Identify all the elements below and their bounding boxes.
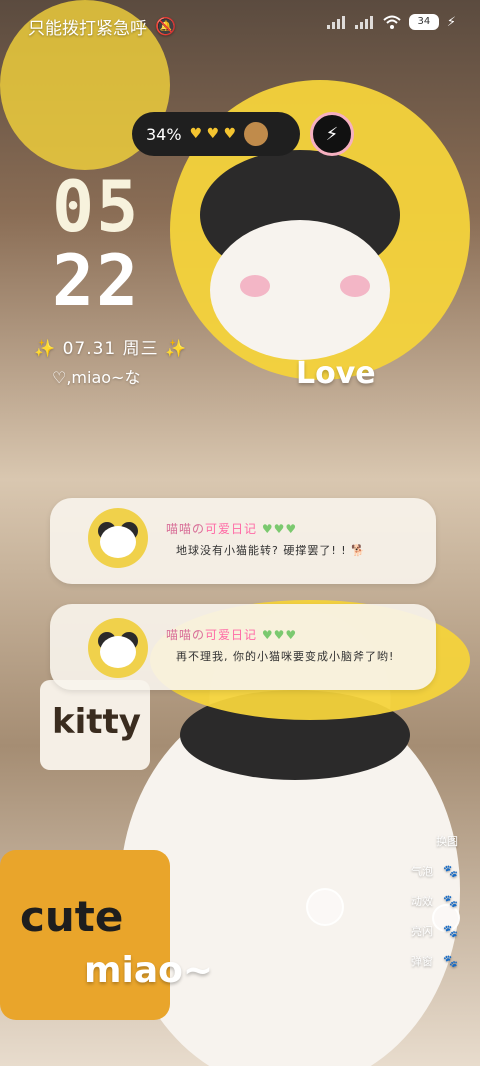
menu-item-change-image[interactable]: 换图 bbox=[411, 826, 458, 856]
wifi-icon bbox=[383, 15, 401, 29]
battery-percent: 34% bbox=[146, 124, 182, 144]
battery-icon: 34 bbox=[408, 14, 439, 30]
heart-icons: ♥♥♥ bbox=[261, 628, 298, 642]
title-highlight: 可爱日记 bbox=[205, 522, 258, 536]
lock-screen: Love kitty cute miao~ 只能拨打紧急呼 🔕 34 ⚡ 34%… bbox=[0, 0, 480, 1066]
date-line: ✨ 07.31 周三 ✨ bbox=[34, 334, 187, 359]
menu-item-animation[interactable]: 动效 🐾 bbox=[411, 886, 458, 916]
cat-avatar bbox=[88, 508, 148, 568]
title-prefix: 喵喵の bbox=[166, 628, 206, 642]
menu-label: 换图 bbox=[436, 835, 458, 848]
signature-text: ♡,miao~な bbox=[52, 368, 141, 387]
mute-bell-icon: 🔕 bbox=[155, 16, 177, 37]
charging-icon: ⚡ bbox=[446, 14, 456, 30]
wallpaper-miao-text: miao~ bbox=[84, 950, 214, 991]
title-prefix: 喵喵の bbox=[166, 522, 206, 536]
notification-card[interactable]: 喵喵の可爱日记 ♥♥♥ 再不理我, 你的小猫咪要变成小脑斧了哟! bbox=[50, 604, 436, 690]
notification-title: 喵喵の可爱日记 ♥♥♥ bbox=[166, 520, 297, 537]
quick-menu: 换图 气泡 🐾 动效 🐾 亮闪 🐾 弹窗 🐾 bbox=[411, 826, 458, 976]
wallpaper-cute-text: cute bbox=[20, 892, 124, 941]
paw-icon: 🐾 bbox=[443, 954, 458, 968]
battery-widget[interactable]: 34% ♥ ♥ ♥ bbox=[132, 112, 300, 156]
menu-label: 动效 bbox=[411, 895, 434, 908]
menu-label: 亮闪 bbox=[411, 925, 434, 938]
wallpaper-blush bbox=[240, 275, 270, 297]
clock-hour: 05 bbox=[52, 166, 141, 248]
notification-title: 喵喵の可爱日记 ♥♥♥ bbox=[166, 626, 297, 643]
heart-icons: ♥ ♥ ♥ bbox=[189, 126, 237, 142]
sparkle-icon: ✨ bbox=[34, 339, 57, 359]
clock: 05 22 bbox=[52, 170, 140, 318]
status-bar: 只能拨打紧急呼 🔕 34 ⚡ bbox=[0, 0, 480, 48]
paw-icon: 🐾 bbox=[443, 924, 458, 938]
bolt-icon: ⚡ bbox=[325, 123, 339, 145]
wallpaper-kitty-text: kitty bbox=[52, 702, 141, 742]
menu-item-sparkle[interactable]: 亮闪 🐾 bbox=[411, 916, 458, 946]
bear-icon bbox=[244, 122, 269, 146]
wallpaper-love-text: Love bbox=[296, 356, 376, 391]
date-text: 07.31 周三 bbox=[62, 339, 159, 359]
title-highlight: 可爱日记 bbox=[205, 628, 258, 642]
signal-icon bbox=[326, 15, 347, 29]
menu-item-popup[interactable]: 弹窗 🐾 bbox=[411, 946, 458, 976]
sparkle-icon: ✨ bbox=[165, 339, 188, 359]
menu-item-bubble[interactable]: 气泡 🐾 bbox=[411, 856, 458, 886]
signal-icon bbox=[354, 15, 375, 29]
clock-minute: 22 bbox=[52, 240, 141, 322]
heart-icons: ♥♥♥ bbox=[261, 522, 298, 536]
carrier-text: 只能拨打紧急呼 bbox=[28, 19, 147, 39]
cat-avatar bbox=[88, 618, 148, 678]
wallpaper-blush bbox=[340, 275, 370, 297]
paw-icon: 🐾 bbox=[443, 894, 458, 908]
notification-body: 再不理我, 你的小猫咪要变成小脑斧了哟! bbox=[176, 650, 395, 663]
menu-label: 弹窗 bbox=[411, 955, 434, 968]
notification-card[interactable]: 喵喵の可爱日记 ♥♥♥ 地球没有小猫能转? 硬撑罢了! ! 🐕 bbox=[50, 498, 436, 584]
menu-label: 气泡 bbox=[411, 865, 434, 878]
bubble-decoration bbox=[306, 888, 344, 926]
flash-toggle-button[interactable]: ⚡ bbox=[310, 112, 354, 156]
paw-icon: 🐾 bbox=[443, 864, 458, 878]
notification-body: 地球没有小猫能转? 硬撑罢了! ! 🐕 bbox=[176, 544, 366, 557]
